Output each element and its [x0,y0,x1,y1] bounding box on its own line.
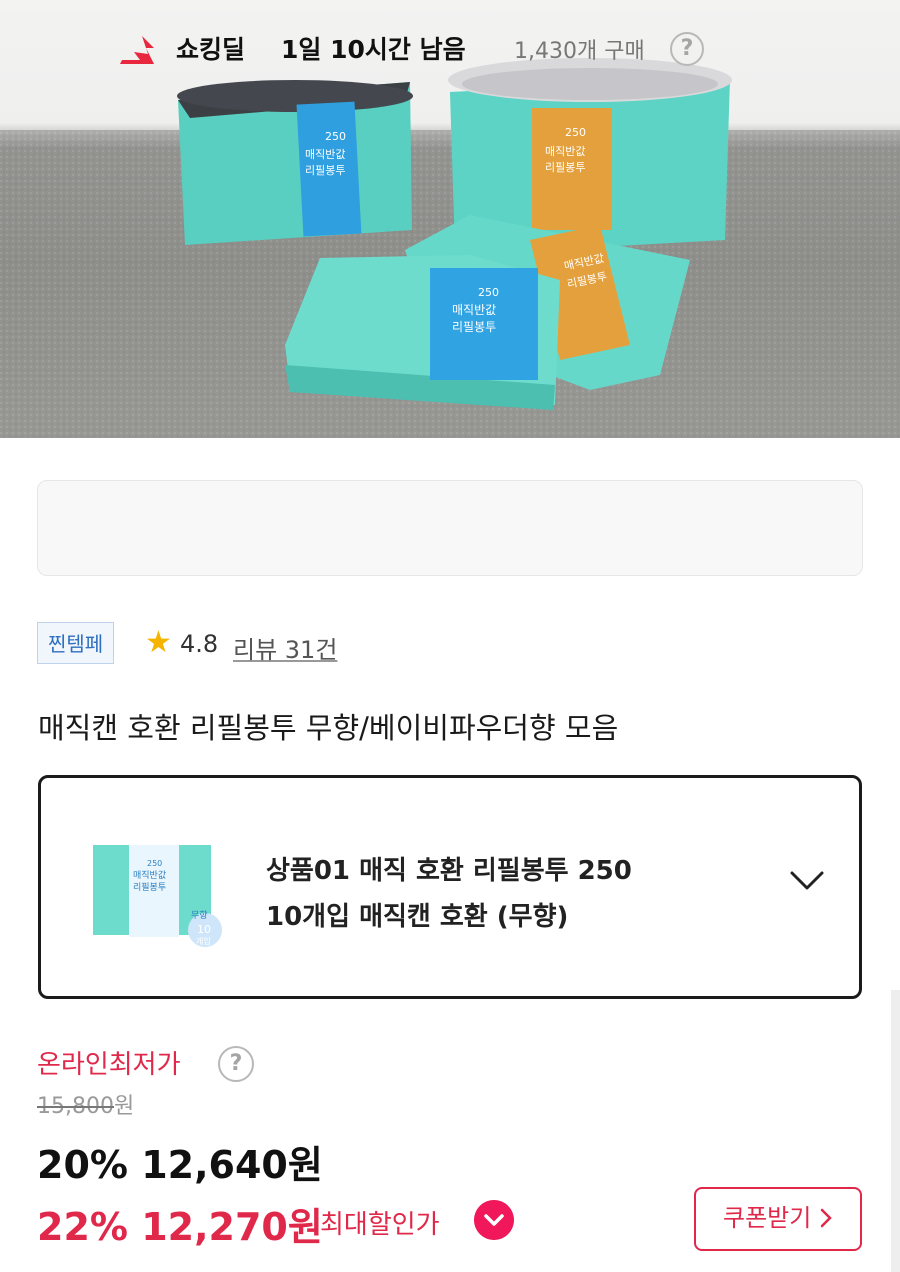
svg-text:리필봉투: 리필봉투 [452,320,496,334]
coupon-download-button[interactable]: 쿠폰받기 [694,1187,862,1251]
svg-text:매직반값: 매직반값 [545,145,585,158]
svg-text:250: 250 [478,286,499,299]
svg-text:리필봉투: 리필봉투 [545,161,585,174]
sale-percent: 20% [37,1143,128,1187]
sale-price: 20% 12,640원 [37,1134,323,1189]
lowest-price-label: 온라인최저가 [37,1050,181,1080]
svg-text:250: 250 [565,126,586,139]
svg-text:리필봉투: 리필봉투 [305,164,345,177]
chevron-right-icon [819,1189,833,1247]
option-thumbnail: 250 매직반값 리필봉투 무향 10 개입 [93,845,222,947]
lightning-deal-icon [120,36,154,64]
left-bin: 250 매직반값 리필봉투 [177,80,413,245]
svg-text:리필봉투: 리필봉투 [133,881,166,893]
sale-price-unit: 원 [287,1143,323,1187]
max-price-unit: 원 [287,1205,323,1249]
option-name-line1: 상품01 매직 호환 리필봉투 250 [266,856,632,886]
shocking-deal-banner[interactable] [37,480,863,576]
chevron-down-circle-icon[interactable] [474,1200,514,1240]
deal-name: 쇼킹딜 [176,35,246,64]
svg-text:무향: 무향 [191,909,208,921]
option-name-line2: 10개입 매직캔 호환 (무향) [266,902,569,932]
chevron-down-icon[interactable] [789,870,825,892]
svg-text:매직반값: 매직반값 [452,303,496,317]
original-price-unit: 원 [113,1094,135,1119]
product-tag-badge: 찐템페 [37,622,115,664]
review-count-link[interactable]: 리뷰 31건 [233,630,337,665]
scrollbar-track [891,990,900,1272]
max-percent: 22% [37,1205,128,1249]
product-title: 매직캔 호환 리필봉투 무향/베이비파우더향 모음 [38,711,619,745]
front-refill-pack: 250 매직반값 리필봉투 [285,255,560,410]
original-price: 15,800원 [37,1088,134,1120]
coupon-button-label: 쿠폰받기 [723,1204,812,1232]
rating-value: 4.8 [180,630,219,658]
svg-text:10: 10 [197,923,211,936]
purchase-count: 1,430개 구매 [514,39,645,64]
svg-text:매직반값: 매직반값 [133,869,166,881]
sale-price-value: 12,640 [141,1143,288,1187]
lowest-price-help-icon[interactable]: ? [218,1046,254,1082]
svg-text:개입: 개입 [196,936,211,946]
max-price-value: 12,270 [141,1205,288,1249]
max-discount-label: 최대할인가 [320,1210,440,1240]
svg-text:250: 250 [325,130,346,143]
deal-help-icon[interactable]: ? [670,32,704,66]
original-price-value: 15,800 [37,1094,114,1119]
svg-text:매직반값: 매직반값 [305,148,345,161]
max-discount-price: 22% 12,270원 [37,1196,323,1251]
svg-text:250: 250 [147,859,162,868]
star-icon: ★ [145,625,172,660]
deal-time-left: 1일 10시간 남음 [281,35,466,64]
option-selector[interactable]: 250 매직반값 리필봉투 무향 10 개입 상품01 매직 호환 리필봉투 2… [38,775,862,999]
